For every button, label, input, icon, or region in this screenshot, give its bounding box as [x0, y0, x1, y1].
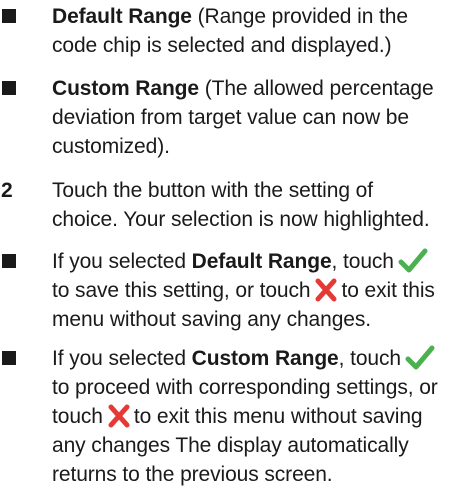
square-bullet [2, 9, 16, 23]
text-fragment: , touch [338, 347, 401, 370]
text-line: deviation from target value can now be [52, 106, 409, 129]
list-item-text: If you selected Default Range, touch to … [52, 247, 452, 334]
cross-icon [108, 404, 130, 428]
text-fragment: touch [52, 405, 103, 428]
text-fragment: to exit this menu without saving [133, 405, 423, 428]
option-label: Custom Range [191, 347, 339, 370]
option-label: Custom Range [52, 77, 199, 100]
text-line: any changes The display automatically [52, 434, 409, 457]
square-bullet [2, 254, 16, 268]
text-line: Custom Range (The allowed percentage [52, 74, 452, 103]
text-line: menu without saving any changes. [52, 308, 371, 331]
text-line: returns to the previous screen. [52, 463, 333, 486]
option-description: (Range provided in the [191, 5, 408, 28]
text-line: touch to exit this menu without saving [52, 402, 452, 431]
option-label: Default Range [191, 250, 332, 273]
checkmark-icon [398, 248, 428, 273]
text-fragment: to exit this [341, 279, 435, 302]
cross-icon [315, 278, 337, 302]
text-line: customized). [52, 135, 170, 158]
text-fragment: , touch [331, 250, 394, 273]
text-fragment: If you selected [52, 250, 192, 273]
checkmark-icon [405, 345, 435, 370]
text-line: If you selected Default Range, touch [52, 247, 452, 276]
list-item-text: If you selected Custom Range, touch to p… [52, 344, 452, 489]
option-label: Default Range [52, 5, 192, 28]
text-line: If you selected Custom Range, touch [52, 344, 452, 373]
list-item-text: Default Range (Range provided in the cod… [52, 2, 452, 60]
step-number: 2 [1, 179, 13, 202]
square-bullet [2, 351, 16, 365]
text-line: choice. Your selection is now highlighte… [52, 208, 430, 231]
text-line: to proceed with corresponding settings, … [52, 376, 438, 399]
text-fragment: If you selected [52, 347, 192, 370]
text-fragment: to save this setting, or touch [52, 279, 311, 302]
square-bullet [2, 81, 16, 95]
text-line: code chip is selected and displayed.) [52, 34, 392, 57]
option-description: (The allowed percentage [198, 77, 434, 100]
step-text: Touch the button with the setting of cho… [52, 176, 452, 234]
list-item-text: Custom Range (The allowed percentage dev… [52, 74, 452, 161]
text-line: to save this setting, or touch to exit th… [52, 276, 452, 305]
text-line: Touch the button with the setting of [52, 179, 373, 202]
text-line: Default Range (Range provided in the [52, 2, 452, 31]
